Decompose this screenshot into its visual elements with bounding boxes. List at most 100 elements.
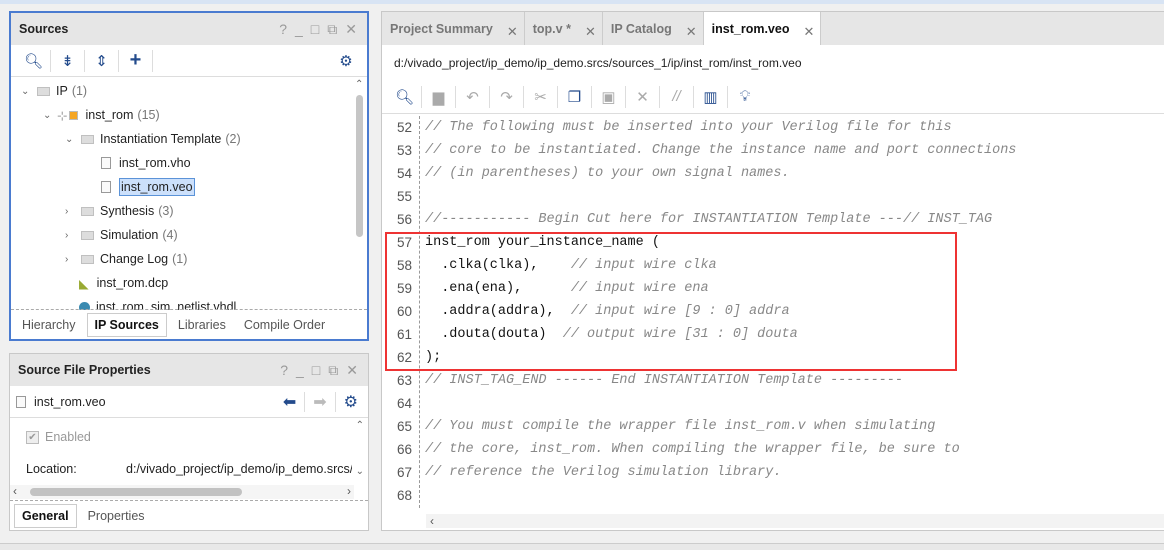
close-tab-icon[interactable]: ✕: [507, 24, 518, 40]
close-icon[interactable]: ✕: [345, 21, 357, 38]
sources-toolbar: 🔍︎ ⇟ ⇕ + ⚙: [11, 45, 367, 77]
undo-icon[interactable]: ↶: [456, 85, 490, 108]
folder-icon: [81, 230, 94, 240]
properties-tabs: General Properties: [10, 500, 368, 530]
search-icon[interactable]: 🔍︎: [17, 49, 51, 72]
line-number: 65: [396, 419, 412, 434]
code-comment: // (in parentheses) to your own signal n…: [425, 166, 790, 181]
chevron-right-icon[interactable]: ›: [65, 230, 77, 241]
chevron-down-icon[interactable]: ⌄: [65, 134, 77, 145]
expand-all-icon[interactable]: ⇕: [85, 49, 119, 72]
bottom-tab-strip: [0, 543, 1164, 550]
lightbulb-icon[interactable]: 💡︎: [728, 86, 762, 108]
tab-libraries[interactable]: Libraries: [171, 314, 233, 336]
scroll-up-icon[interactable]: ⌃: [356, 420, 364, 431]
tab-project-summary[interactable]: Project Summary ✕: [382, 12, 525, 45]
code-comment: // You must compile the wrapper file ins…: [425, 419, 936, 434]
tab-hierarchy[interactable]: Hierarchy: [15, 314, 83, 336]
chevron-right-icon[interactable]: ›: [65, 254, 77, 265]
code-text: inst_rom your_instance_name (: [425, 235, 660, 250]
editor-toolbar: 🔍︎ ▆ ↶ ↷ ✂ ❐ ▣ ✕ // ▥ 💡︎: [382, 80, 1164, 114]
sources-tabs: Hierarchy IP Sources Libraries Compile O…: [11, 309, 367, 339]
tab-properties[interactable]: Properties: [81, 505, 152, 527]
comment-icon[interactable]: //: [660, 85, 694, 108]
help-icon[interactable]: ?: [280, 362, 288, 379]
code-comment: //----------- Begin Cut here for INSTANT…: [425, 212, 993, 227]
maximize-icon[interactable]: □: [311, 21, 319, 38]
float-icon[interactable]: ⧉: [328, 362, 338, 379]
folder-icon: [81, 134, 94, 144]
tree-item-netlist[interactable]: inst_rom_sim_netlist.vhdl: [79, 295, 236, 310]
folder-icon: [81, 206, 94, 216]
float-icon[interactable]: ⧉: [327, 21, 337, 38]
code-line: // INST_TAG_END ------ End INSTANTIATION…: [425, 369, 903, 392]
close-tab-icon[interactable]: ✕: [686, 24, 697, 40]
hscroll-thumb[interactable]: [30, 488, 242, 496]
back-arrow-icon[interactable]: ⬅: [275, 392, 304, 412]
code-line: // reference the Verilog simulation libr…: [425, 461, 781, 484]
editor-tabs: Project Summary ✕ top.v * ✕ IP Catalog ✕ in…: [382, 12, 1164, 45]
sources-panel: Sources ? _ □ ⧉ ✕ 🔍︎ ⇟ ⇕ + ⚙ ⌄ IP (1) ⌄ ⊹ inst_r…: [9, 11, 369, 341]
tab-top-v[interactable]: top.v * ✕: [525, 12, 603, 45]
minimize-icon[interactable]: _: [295, 21, 303, 38]
paste-icon[interactable]: ▣: [592, 85, 626, 108]
properties-hscrollbar[interactable]: ‹ ›: [10, 484, 354, 499]
sources-tree: ⌄ IP (1) ⌄ ⊹ inst_rom (15) ⌄ Instantiation Tem…: [11, 79, 353, 310]
copy-icon[interactable]: ❐: [558, 85, 592, 108]
search-icon[interactable]: 🔍︎: [388, 85, 422, 108]
close-tab-icon[interactable]: ✕: [585, 24, 596, 40]
minimize-icon[interactable]: _: [296, 362, 304, 379]
editor-hscrollbar[interactable]: ‹: [426, 514, 1164, 528]
code-comment: // input wire clka: [570, 258, 717, 273]
code-area[interactable]: 52 // The following must be inserted into…: [382, 116, 1164, 516]
redo-icon[interactable]: ↷: [490, 85, 524, 108]
save-icon[interactable]: ▆: [422, 85, 456, 108]
line-number: 63: [396, 373, 412, 388]
tree-item-change-log[interactable]: › Change Log (1): [65, 247, 187, 271]
chevron-right-icon[interactable]: ›: [65, 206, 77, 217]
enabled-checkbox[interactable]: ✔ Enabled: [26, 430, 91, 444]
collapse-all-icon[interactable]: ⇟: [51, 49, 85, 72]
checkpoint-icon: ◣: [79, 276, 89, 291]
tab-general[interactable]: General: [14, 503, 77, 528]
sources-header: Sources ? _ □ ⧉ ✕: [11, 13, 367, 45]
code-line: .clka(clka), // input wire clka: [425, 254, 717, 277]
delete-icon[interactable]: ✕: [626, 85, 660, 108]
tab-inst-rom-veo[interactable]: inst_rom.veo ✕: [703, 12, 822, 45]
gear-icon[interactable]: ⚙: [334, 391, 368, 412]
properties-panel: Source File Properties ? _ □ ⧉ ✕ inst_rom.ve…: [9, 353, 369, 531]
location-value: d:/vivado_project/ip_demo/ip_demo.srcs/: [126, 462, 352, 476]
tree-item-synthesis[interactable]: › Synthesis (3): [65, 199, 173, 223]
code-comment: // input wire [9 : 0] addra: [570, 304, 790, 319]
tree-scrollbar[interactable]: ⌃: [354, 79, 365, 307]
code-line: // (in parentheses) to your own signal n…: [425, 162, 790, 185]
help-icon[interactable]: ?: [279, 21, 287, 38]
maximize-icon[interactable]: □: [312, 362, 320, 379]
close-icon[interactable]: ✕: [346, 362, 358, 379]
forward-arrow-icon[interactable]: ➡: [304, 391, 334, 412]
tree-item-vho[interactable]: inst_rom.vho: [97, 151, 191, 175]
tree-item-instantiation-template[interactable]: ⌄ Instantiation Template (2): [65, 127, 241, 151]
chevron-down-icon[interactable]: ⌄: [43, 110, 55, 121]
gear-icon[interactable]: ⚙: [329, 50, 363, 72]
tree-item-inst-rom[interactable]: ⌄ ⊹ inst_rom (15): [43, 103, 160, 127]
code-line: .douta(douta) // output wire [31 : 0] do…: [425, 323, 798, 346]
template-icon[interactable]: ▥: [694, 85, 728, 108]
code-line: .ena(ena), // input wire ena: [425, 277, 708, 300]
add-icon[interactable]: +: [119, 49, 153, 72]
cut-icon[interactable]: ✂: [524, 85, 558, 108]
chevron-down-icon[interactable]: ⌄: [21, 86, 33, 97]
close-tab-icon[interactable]: ✕: [803, 24, 814, 40]
tree-item-ip[interactable]: ⌄ IP (1): [21, 79, 87, 103]
tab-ip-sources[interactable]: IP Sources: [86, 312, 167, 337]
tab-compile-order[interactable]: Compile Order: [237, 314, 332, 336]
tab-ip-catalog[interactable]: IP Catalog ✕: [603, 12, 704, 45]
scroll-thumb[interactable]: [356, 95, 363, 237]
tree-item-dcp[interactable]: ◣ inst_rom.dcp: [79, 271, 168, 295]
line-number: 67: [396, 465, 412, 480]
tree-item-veo[interactable]: inst_rom.veo: [97, 175, 195, 199]
line-number: 64: [396, 396, 412, 411]
line-number: 68: [396, 488, 412, 503]
scroll-down-icon[interactable]: ⌄: [356, 466, 364, 477]
tree-item-simulation[interactable]: › Simulation (4): [65, 223, 178, 247]
